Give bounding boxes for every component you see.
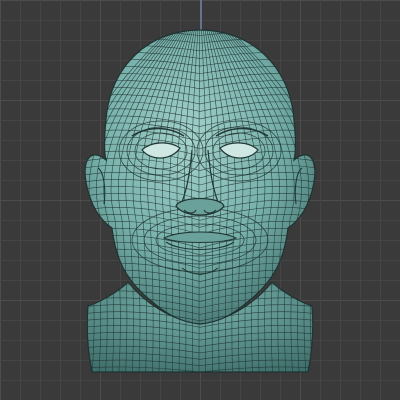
head-mesh[interactable] bbox=[60, 20, 340, 380]
viewport-scene bbox=[0, 0, 400, 400]
3d-viewport[interactable] bbox=[0, 0, 400, 400]
